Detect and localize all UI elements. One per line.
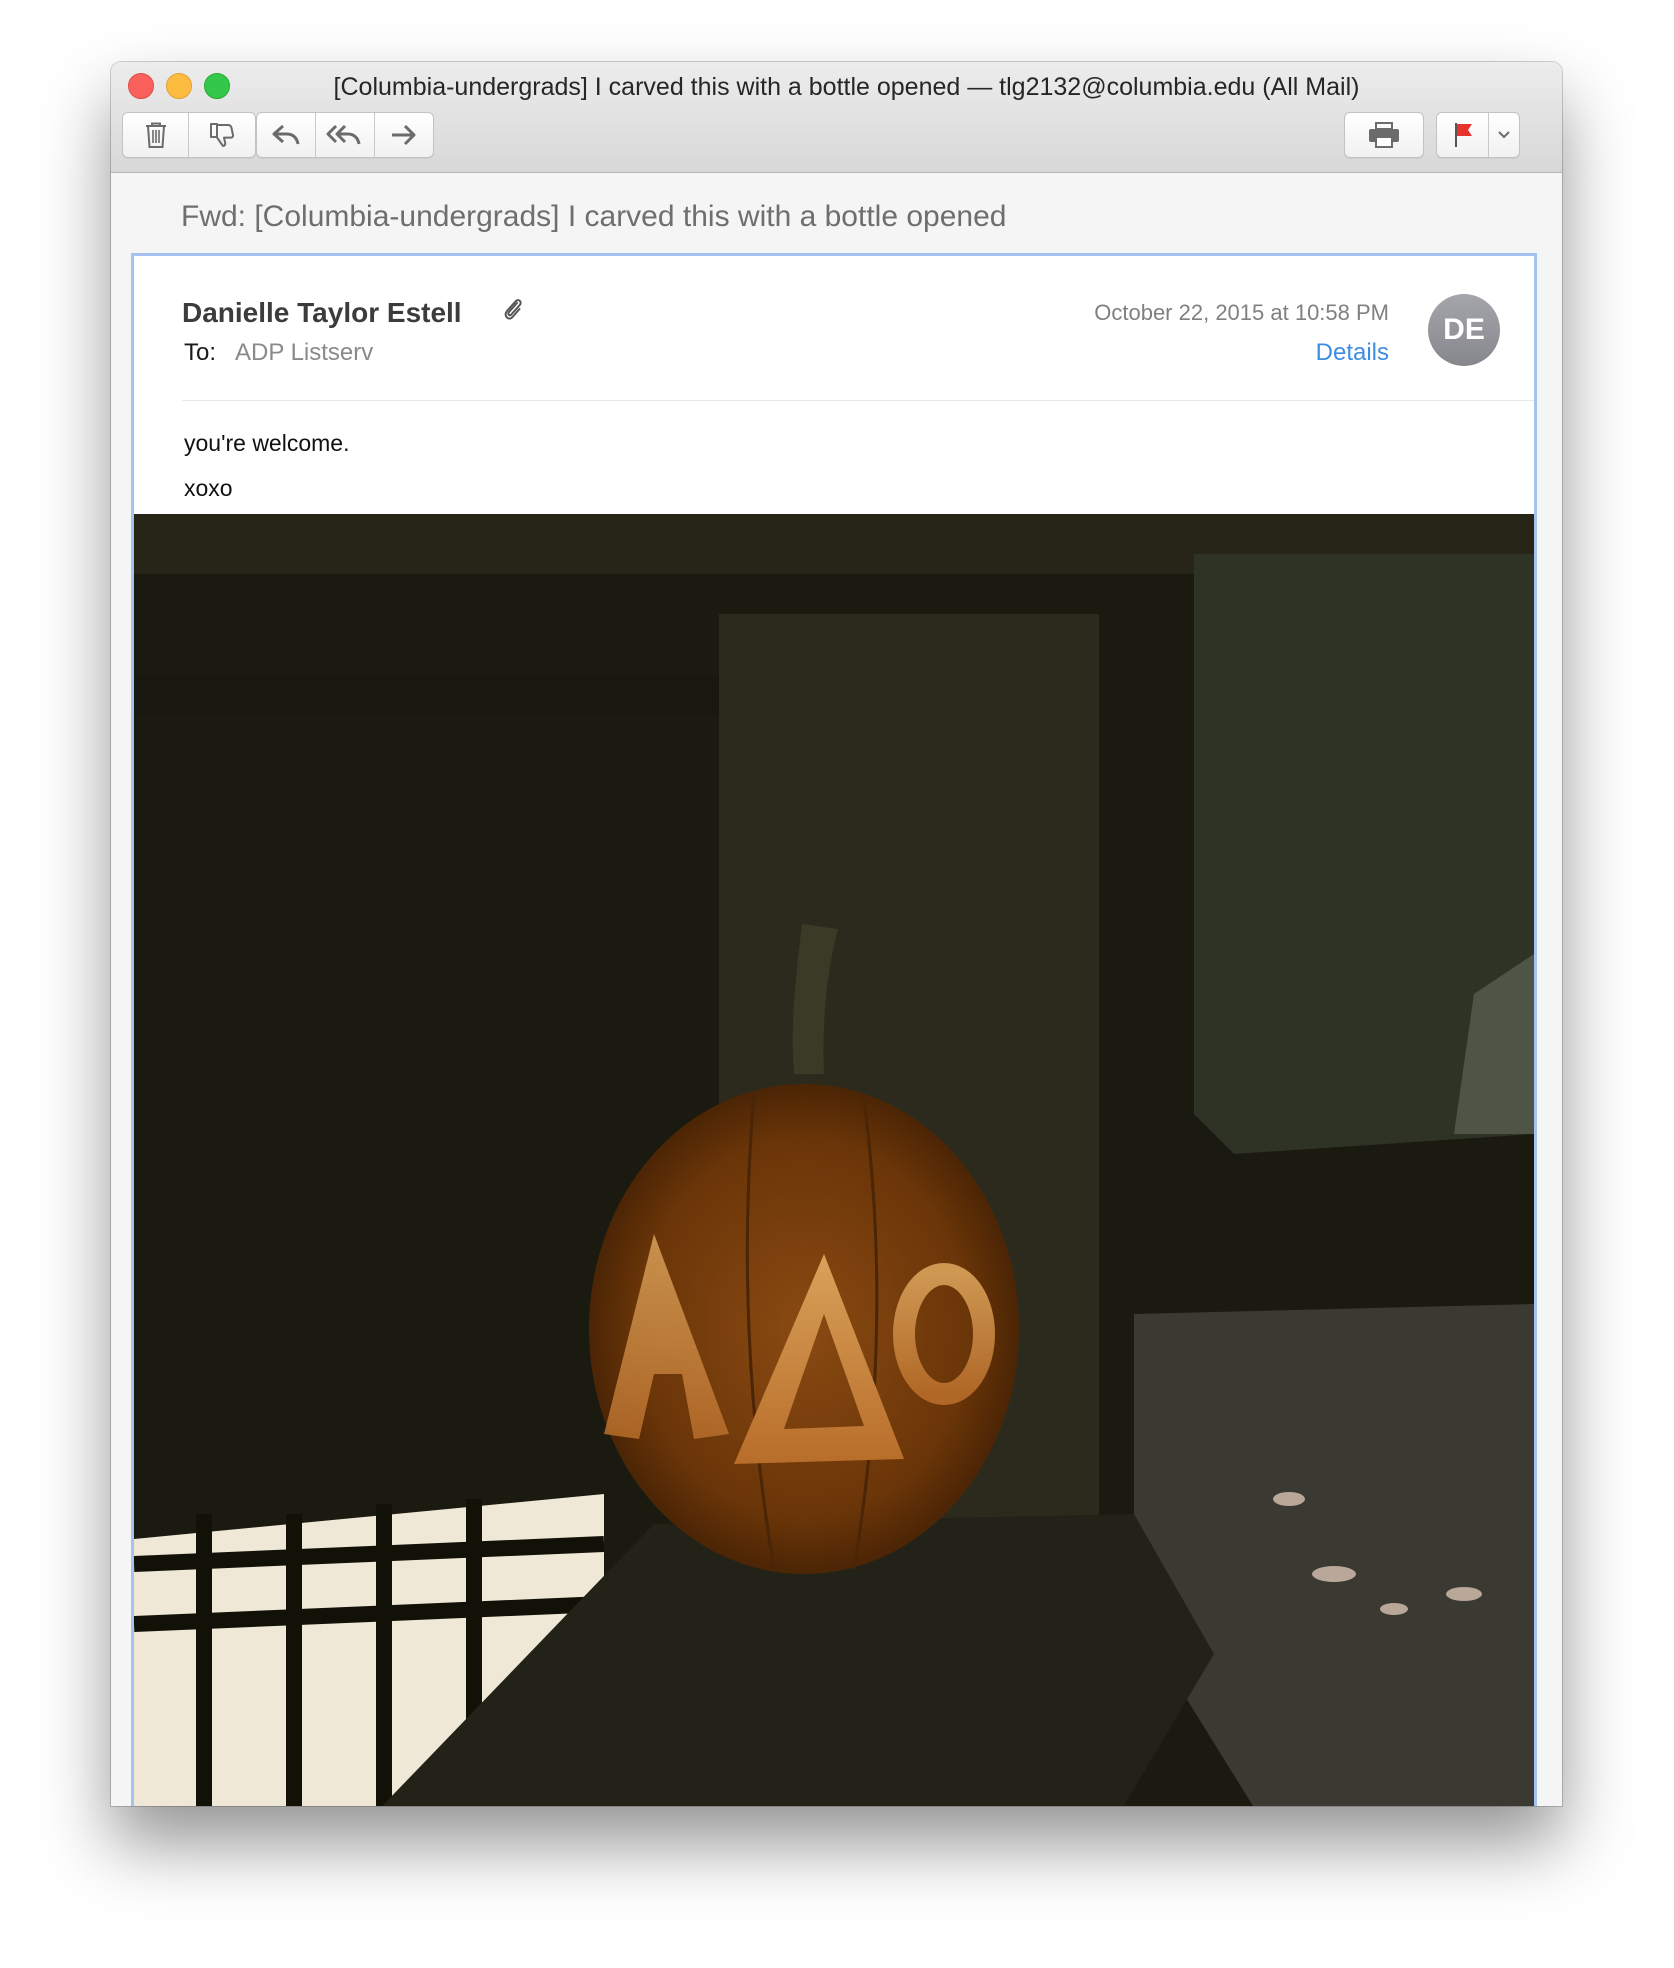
message-subject: Fwd: [Columbia-undergrads] I carved this… [181,200,1007,233]
to-label: To: [184,339,217,366]
flag-shape [1456,124,1472,136]
forward-arrow-icon [392,124,416,146]
paperclip-icon [504,299,522,320]
printer-icon [1369,122,1399,148]
recipient[interactable]: ADP Listserv [235,339,373,367]
body-text-line: xoxo [184,475,233,501]
message-date: October 22, 2015 at 10:58 PM [1094,300,1389,325]
reply-group [256,112,434,158]
attached-photo[interactable] [134,514,1534,1806]
sender-avatar: DE [1428,294,1500,366]
title-bar: [Columbia-undergrads] I carved this with… [111,62,1562,173]
junk-button[interactable] [189,113,255,157]
red-flag-icon [1454,123,1472,147]
delete-button[interactable] [123,113,189,157]
body-text-line: you're welcome. [184,430,350,456]
header-divider [182,400,1534,401]
forward-button[interactable] [375,113,433,157]
print-button[interactable] [1345,113,1423,157]
details-link[interactable]: Details [1316,339,1389,367]
chevron-down-icon [1498,131,1510,139]
flag-menu-button[interactable] [1489,113,1519,157]
mail-window: [Columbia-undergrads] I carved this with… [111,62,1562,1806]
reply-arrow-icon [272,124,300,145]
message-card: Danielle Taylor Estell To: ADP Listserv … [131,253,1537,1806]
flag-group [1436,112,1520,158]
flag-button[interactable] [1437,113,1489,157]
sender-name[interactable]: Danielle Taylor Estell [182,297,462,329]
delete-junk-group [122,112,256,158]
ledge [134,674,719,714]
print-group [1344,112,1424,158]
trash-icon [145,122,166,148]
reply-all-arrow-icon [326,124,361,145]
window-title: [Columbia-undergrads] I carved this with… [333,73,1360,101]
reply-all-button[interactable] [316,113,375,157]
reply-button[interactable] [257,113,316,157]
thumbs-down-icon [210,123,235,147]
